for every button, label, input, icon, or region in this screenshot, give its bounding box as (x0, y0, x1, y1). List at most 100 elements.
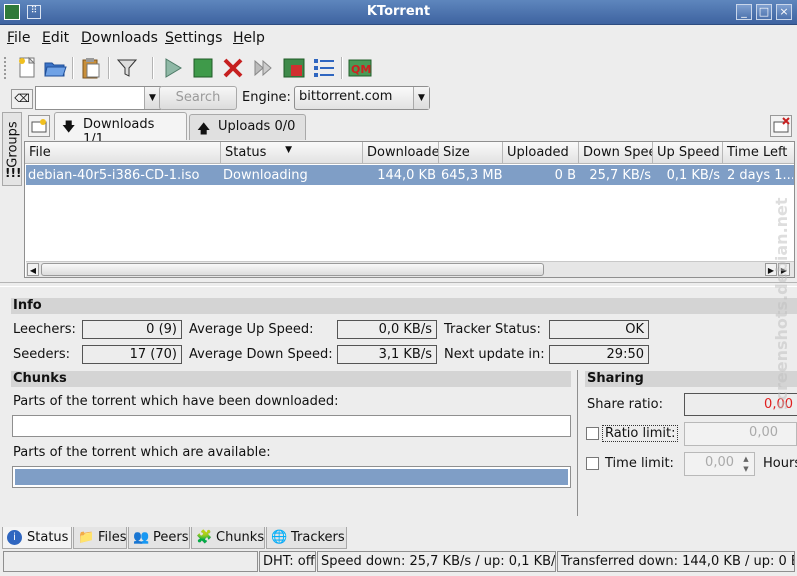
scrollbar-thumb[interactable] (41, 263, 544, 276)
title-bar[interactable]: ⠿ KTorrent _ □ × (0, 0, 797, 25)
downloaded-parts-label: Parts of the torrent which have been dow… (13, 394, 339, 409)
minimize-icon[interactable]: _ (736, 4, 752, 20)
maximize-icon[interactable]: □ (756, 4, 772, 20)
available-parts-fill (15, 469, 568, 485)
time-limit-checkbox[interactable] (586, 457, 599, 470)
arrow-up-icon: 🡅 (197, 122, 211, 137)
ratio-limit-spinbox[interactable]: 0,00 (684, 422, 797, 446)
tracker-status-label: Tracker Status: (444, 322, 541, 337)
open-folder-icon[interactable] (42, 55, 68, 81)
engine-label: Engine: (242, 90, 291, 105)
torrent-table[interactable]: File Status ▼ Downloade Size Uploaded Do… (24, 141, 795, 278)
tab-downloads[interactable]: 🡇 Downloads 1/1 (54, 112, 187, 147)
hours-label: Hours (763, 456, 797, 471)
column-header-time-left[interactable]: Time Left (723, 142, 794, 164)
table-row[interactable]: debian-40r5-i386-CD-1.iso Downloading 14… (26, 165, 794, 185)
tab-uploads[interactable]: 🡅 Uploads 0/0 (189, 114, 306, 140)
queue-manager-icon[interactable] (281, 55, 307, 81)
next-update-label: Next update in: (444, 347, 545, 362)
statusbar-speed: Speed down: 25,7 KB/s / up: 0,1 KB/s (317, 551, 556, 572)
cell-downloaded: 144,0 KB (377, 168, 436, 183)
column-header-up-speed[interactable]: Up Speed (653, 142, 723, 164)
toolbar-separator (72, 57, 74, 79)
sharing-heading: Sharing (585, 371, 797, 387)
chevron-down-icon[interactable]: ▼ (144, 87, 160, 109)
toolbar-separator (152, 57, 154, 79)
time-limit-spinbox[interactable]: 0,00 ▲ ▼ (684, 452, 755, 476)
new-tab-icon[interactable] (28, 115, 50, 137)
ratio-limit-checkbox[interactable] (586, 427, 599, 440)
tab-files[interactable]: 📁 Files (73, 527, 127, 549)
section-divider (577, 370, 578, 516)
next-update-value: 29:50 (549, 345, 649, 364)
cell-up-speed: 0,1 KB/s (666, 168, 720, 183)
start-icon[interactable] (160, 55, 186, 81)
scroll-left-icon[interactable]: ◀ (27, 263, 39, 276)
window-title: KTorrent (366, 4, 431, 19)
filter-icon[interactable] (114, 55, 140, 81)
paste-icon[interactable] (78, 55, 104, 81)
toolbar: QM (0, 51, 797, 85)
toolbar-separator (341, 57, 343, 79)
engine-select[interactable]: bittorrent.com ▼ (294, 86, 430, 110)
clear-search-icon[interactable]: ⌫ (11, 89, 33, 109)
close-icon[interactable]: × (776, 4, 792, 20)
ratio-limit-label[interactable]: Ratio limit: (602, 425, 679, 442)
queue-icon[interactable] (250, 55, 276, 81)
cell-uploaded: 0 B (554, 168, 576, 183)
search-button[interactable]: Search (159, 86, 237, 110)
menu-file[interactable]: File (7, 30, 30, 46)
panel-splitter[interactable] (0, 282, 797, 287)
cell-down-speed: 25,7 KB/s (589, 168, 651, 183)
column-header-uploaded[interactable]: Uploaded (503, 142, 579, 164)
info-icon: i (7, 530, 22, 545)
close-tab-icon[interactable] (770, 115, 792, 137)
list-icon[interactable] (311, 55, 337, 81)
downloaded-parts-bar (12, 415, 571, 437)
trackers-icon: 🌐 (271, 530, 288, 545)
tab-chunks[interactable]: 🧩 Chunks (191, 527, 265, 549)
share-ratio-label: Share ratio: (587, 397, 664, 412)
info-heading: Info (11, 298, 797, 314)
toolbar-grip (4, 57, 8, 79)
spin-up-icon[interactable]: ▲ (739, 454, 753, 464)
leechers-label: Leechers: (13, 322, 76, 337)
groups-tab-label: Groups (5, 121, 21, 168)
menu-settings[interactable]: Settings (165, 30, 222, 46)
column-header-downloaded[interactable]: Downloade (363, 142, 439, 164)
column-header-down-speed[interactable]: Down Spee (579, 142, 653, 164)
remove-icon[interactable] (220, 55, 246, 81)
available-parts-bar (12, 466, 571, 488)
cell-file: debian-40r5-i386-CD-1.iso (28, 168, 200, 183)
sort-descending-icon: ▼ (285, 145, 292, 155)
menu-downloads[interactable]: Downloads (81, 30, 158, 46)
chunks-icon: 🧩 (196, 530, 213, 545)
spin-down-icon[interactable]: ▼ (739, 464, 753, 474)
groups-marker: !!! (5, 166, 22, 180)
cell-status: Downloading (223, 168, 308, 183)
chevron-down-icon[interactable]: ▼ (413, 87, 429, 109)
column-header-status[interactable]: Status ▼ (221, 142, 363, 164)
tab-peers[interactable]: 👥 Peers (128, 527, 190, 549)
menu-help[interactable]: Help (233, 30, 265, 46)
column-header-size[interactable]: Size (439, 142, 503, 164)
menu-edit[interactable]: Edit (42, 30, 69, 46)
column-header-file[interactable]: File (25, 142, 221, 164)
tab-trackers[interactable]: 🌐 Trackers (266, 527, 347, 549)
avg-up-speed-value: 0,0 KB/s (337, 320, 437, 339)
menu-bar: File Edit Downloads Settings Help (0, 26, 797, 50)
tab-status[interactable]: i Status (2, 527, 72, 549)
statusbar-transferred: Transferred down: 144,0 KB / up: 0 B (557, 551, 795, 572)
qm-icon[interactable]: QM (347, 55, 373, 81)
folder-icon: 📁 (78, 530, 95, 545)
toolbar-separator (108, 57, 110, 79)
time-limit-label: Time limit: (605, 456, 674, 471)
avg-down-speed-value: 3,1 KB/s (337, 345, 437, 364)
watermark: screenshots.debian.net (772, 197, 791, 410)
new-torrent-icon[interactable] (14, 55, 40, 81)
stop-icon[interactable] (190, 55, 216, 81)
statusbar-dht: DHT: off (259, 551, 316, 572)
horizontal-scrollbar[interactable]: ◀ ▶ ▶ (26, 261, 794, 277)
search-query-combo[interactable]: ▼ (35, 86, 161, 110)
svg-text:QM: QM (351, 63, 371, 76)
